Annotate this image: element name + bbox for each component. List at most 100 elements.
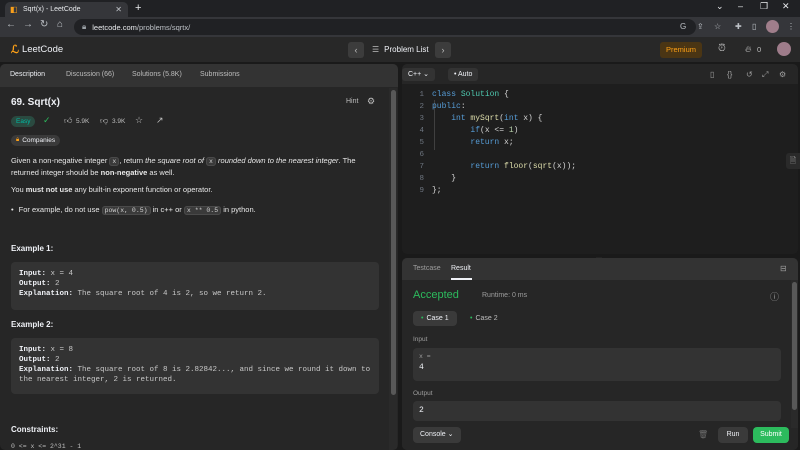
code-editor-panel: C++ ⌄ • Auto ▯ {} ↺ ⤢ ⚙ 1 2 3 4 5 6 7 8 …: [402, 64, 798, 254]
rule-bold: must not use: [25, 185, 73, 194]
minimize-icon[interactable]: –: [738, 1, 743, 11]
braces-icon[interactable]: {}: [727, 70, 732, 79]
submit-button[interactable]: Submit: [753, 427, 789, 443]
explanation-label: Explanation:: [19, 366, 74, 374]
alarm-clock-icon[interactable]: ⏰︎: [718, 43, 726, 54]
info-icon[interactable]: ⓘ: [770, 290, 779, 303]
inline-code: x: [109, 157, 120, 166]
bookmark-icon[interactable]: ▯: [710, 70, 714, 79]
explanation-text: The square root of 8 is 2.82842..., and …: [73, 366, 371, 374]
favorite-star-icon[interactable]: ☆: [135, 115, 143, 126]
home-icon[interactable]: ⌂: [57, 19, 63, 30]
output-label: Output:: [19, 280, 51, 288]
trash-icon[interactable]: 🗑︎: [698, 430, 708, 439]
logo-text: LeetCode: [21, 44, 64, 55]
run-button[interactable]: Run: [718, 427, 748, 443]
tab-solutions[interactable]: Solutions (5.8K): [132, 71, 182, 78]
input-box: x = 4: [413, 348, 781, 381]
url-input[interactable]: 🔒︎ leetcode.com/problems/sqrtx/: [74, 19, 696, 35]
problem-tabs: Description Discussion (66) Solutions (5…: [0, 64, 398, 87]
prev-problem-button[interactable]: ‹: [348, 42, 364, 58]
desc-italic: the square root of: [145, 156, 207, 165]
input-value: x = 4: [46, 270, 74, 278]
tab-discussion[interactable]: Discussion (66): [66, 71, 114, 78]
bookmark-star-icon[interactable]: ☆: [714, 22, 721, 31]
code-line: }: [432, 174, 457, 183]
result-status: Accepted: [413, 289, 459, 301]
desc-text: Given a non-negative integer: [11, 156, 110, 165]
companies-label: Companies: [22, 137, 56, 144]
restore-icon[interactable]: ❐: [760, 1, 768, 12]
url-host: leetcode.com: [92, 22, 137, 32]
hint-button[interactable]: Hint: [346, 98, 358, 105]
collapse-icon[interactable]: ⊟: [780, 264, 787, 273]
companies-tag[interactable]: 🔒︎ Companies: [11, 135, 61, 146]
line-number: 6: [419, 151, 424, 159]
share-icon[interactable]: ⇪: [697, 22, 704, 31]
bullet-text: in c++ or: [150, 205, 184, 214]
next-problem-button[interactable]: ›: [435, 42, 451, 58]
language-select[interactable]: C++ ⌄: [402, 68, 436, 81]
extensions-icon[interactable]: ✚: [735, 22, 742, 31]
bullet-dot: •: [11, 205, 14, 214]
tab-search-icon[interactable]: ⌄: [716, 1, 724, 12]
rule-text: You must not use any built-in exponent f…: [11, 185, 381, 194]
bullet-text: For example, do not use: [18, 205, 102, 214]
menu-kebab-icon[interactable]: ⋮: [787, 22, 795, 31]
inline-code: x ** 0.5: [183, 206, 222, 215]
notes-side-tab[interactable]: 🗎: [786, 153, 800, 169]
back-icon[interactable]: ←: [6, 19, 16, 30]
browser-tab[interactable]: ◧ Sqrt(x) - LeetCode ✕: [5, 2, 128, 17]
input-label: Input: [413, 336, 428, 343]
thumbs-down-icon[interactable]: 👎︎: [100, 116, 108, 126]
autocomplete-toggle[interactable]: • Auto: [448, 68, 479, 81]
user-avatar[interactable]: [777, 42, 791, 56]
console-button[interactable]: Console ⌄: [413, 427, 461, 443]
close-window-icon[interactable]: ✕: [782, 1, 790, 12]
close-tab-icon[interactable]: ✕: [115, 5, 122, 14]
case-2-tab[interactable]: • Case 2: [462, 311, 506, 326]
result-scrollbar-thumb[interactable]: [792, 282, 797, 410]
fullscreen-icon[interactable]: ⤢: [762, 70, 768, 80]
tab-submissions[interactable]: Submissions: [200, 71, 240, 78]
profile-avatar[interactable]: [766, 20, 779, 33]
line-number: 8: [419, 175, 424, 183]
case-1-tab[interactable]: • Case 1: [413, 311, 457, 326]
case-2-label: Case 2: [475, 315, 498, 322]
google-icon[interactable]: G: [680, 22, 686, 31]
desc-text: , return: [119, 156, 146, 165]
leetcode-logo[interactable]: ℒ LeetCode: [11, 43, 63, 56]
output-value: 2: [50, 280, 60, 288]
code-line: public:: [432, 102, 466, 111]
input-value: x = 8: [46, 346, 74, 354]
problem-scrollbar-thumb[interactable]: [391, 90, 396, 395]
sidebar-icon[interactable]: ▯: [752, 22, 756, 31]
problem-title: 69. Sqrt(x): [11, 97, 60, 108]
flame-icon[interactable]: 🔥︎: [745, 44, 752, 55]
pass-dot-icon: •: [421, 315, 424, 322]
example-2-box: Input: x = 8 Output: 2 Explanation: The …: [11, 338, 379, 394]
list-icon: ☰: [372, 45, 380, 54]
mode-label: Auto: [458, 71, 473, 78]
solved-check-icon: ✓: [43, 115, 51, 125]
new-tab-icon[interactable]: +: [135, 2, 141, 14]
tab-result[interactable]: Result: [451, 265, 471, 272]
difficulty-badge: Easy: [11, 116, 36, 127]
reload-icon[interactable]: ↻: [40, 19, 48, 30]
share-link-icon[interactable]: ↗: [156, 115, 164, 126]
reset-icon[interactable]: ↺: [746, 70, 753, 79]
language-label: C++: [408, 71, 422, 78]
tab-testcase[interactable]: Testcase: [413, 265, 441, 272]
browser-tab-bar: ◧ Sqrt(x) - LeetCode ✕ + ⌄ – ❐ ✕: [0, 0, 800, 17]
line-number: 7: [419, 163, 424, 171]
tab-description[interactable]: Description: [10, 71, 45, 78]
explanation-text: The square root of 4 is 2, so we return …: [73, 290, 267, 298]
settings-icon[interactable]: ⚙: [367, 96, 375, 107]
forward-icon[interactable]: →: [23, 19, 33, 30]
editor-settings-icon[interactable]: ⚙: [779, 70, 786, 79]
output-value: 2: [50, 356, 60, 364]
premium-button[interactable]: Premium: [660, 42, 702, 58]
code-line: class Solution {: [432, 90, 509, 99]
problem-list-button[interactable]: ☰ Problem List: [372, 45, 429, 54]
thumbs-up-icon[interactable]: 👍︎: [64, 116, 72, 126]
